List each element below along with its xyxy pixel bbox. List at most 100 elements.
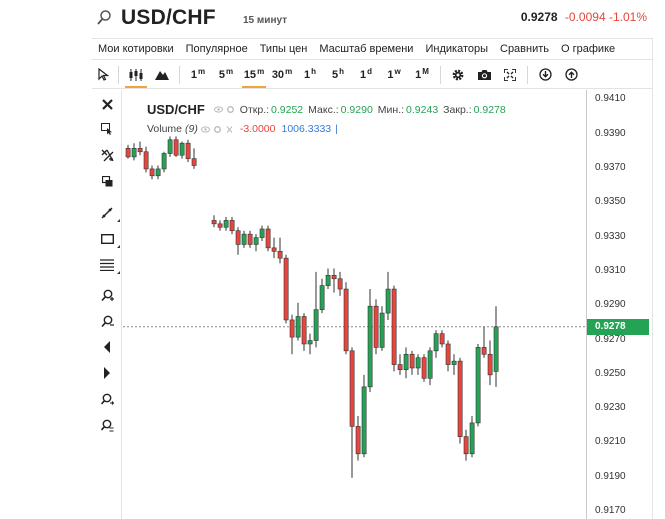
crosshair-tool-button[interactable] (96, 144, 118, 166)
candle[interactable] (391, 285, 397, 372)
eye-icon[interactable] (200, 125, 210, 133)
candle[interactable] (337, 271, 343, 296)
candle[interactable] (155, 165, 161, 180)
candle[interactable] (289, 314, 295, 355)
timeframe-5h[interactable]: 5h (324, 62, 352, 88)
timeframe-1h[interactable]: 1h (296, 62, 324, 88)
candle[interactable] (301, 313, 307, 351)
cursor-button[interactable] (92, 62, 114, 88)
candle[interactable] (271, 237, 277, 259)
price-axis[interactable]: 0.9410 0.9390 0.9370 0.9350 0.9330 0.9310 0.92… (586, 90, 652, 519)
candle[interactable] (277, 237, 283, 264)
candle[interactable] (179, 141, 185, 159)
candle[interactable] (409, 350, 415, 375)
candle[interactable] (131, 143, 137, 161)
zoom-in-button[interactable] (96, 284, 118, 306)
candle[interactable] (481, 326, 487, 358)
menu-price-types[interactable]: Типы цен (254, 43, 314, 55)
candle[interactable] (191, 148, 197, 169)
menu-my-quotes[interactable]: Мои котировки (92, 43, 180, 55)
candle[interactable] (385, 271, 391, 320)
candle[interactable] (137, 141, 143, 156)
timeframe-1M[interactable]: 1M (408, 62, 436, 88)
candle[interactable] (211, 215, 217, 228)
search-icon[interactable] (96, 9, 112, 27)
candle[interactable] (167, 136, 173, 157)
area-chart-button[interactable] (149, 62, 175, 88)
candle[interactable] (403, 347, 409, 379)
candle[interactable] (451, 354, 457, 375)
fibonacci-tool-button[interactable] (96, 254, 120, 276)
candle[interactable] (307, 333, 313, 355)
eye-icon[interactable] (213, 106, 223, 113)
magnet-tool-button[interactable] (96, 388, 118, 410)
candle[interactable] (397, 354, 403, 375)
candle[interactable] (487, 340, 493, 386)
candle[interactable] (125, 144, 131, 159)
upload-button[interactable] (558, 62, 584, 88)
scroll-right-button[interactable] (96, 362, 118, 384)
candle[interactable] (259, 225, 265, 242)
settings-button[interactable] (445, 62, 471, 88)
candles-button[interactable] (123, 62, 149, 88)
copy-tool-button[interactable] (96, 170, 118, 192)
candle[interactable] (373, 299, 379, 355)
timeframe-1m[interactable]: 1m (184, 62, 212, 88)
candle[interactable] (313, 271, 319, 348)
candle[interactable] (185, 139, 191, 163)
close-icon[interactable] (225, 125, 234, 133)
candle[interactable] (325, 268, 331, 290)
candle[interactable] (161, 151, 167, 173)
candle[interactable] (319, 278, 325, 314)
candle[interactable] (331, 268, 337, 293)
gear-icon[interactable] (213, 125, 222, 133)
candle[interactable] (493, 306, 499, 387)
timeframe-1w[interactable]: 1w (380, 62, 408, 88)
candle[interactable] (241, 230, 247, 248)
candle[interactable] (143, 146, 149, 173)
timeframe-15m[interactable]: 15 m (240, 62, 268, 88)
symbol-title[interactable]: USD/CHF (121, 6, 216, 30)
candle[interactable] (247, 230, 253, 248)
candle[interactable] (349, 347, 355, 478)
candle[interactable] (445, 340, 451, 372)
candle[interactable] (469, 416, 475, 458)
candle[interactable] (427, 347, 433, 386)
candle[interactable] (367, 289, 373, 393)
download-button[interactable] (532, 62, 558, 88)
rectangle-tool-button[interactable] (96, 228, 120, 250)
gear-icon[interactable] (226, 106, 235, 113)
candle[interactable] (457, 357, 463, 444)
trend-line-tool-button[interactable] (96, 202, 120, 224)
candle[interactable] (463, 429, 469, 461)
candle[interactable] (355, 416, 361, 461)
remove-drawings-button[interactable] (96, 93, 118, 115)
scroll-left-button[interactable] (96, 336, 118, 358)
candle[interactable] (223, 216, 229, 231)
menu-time-scale[interactable]: Масштаб времени (313, 43, 419, 55)
candle[interactable] (343, 282, 349, 355)
fullscreen-button[interactable] (497, 62, 523, 88)
candle[interactable] (439, 330, 445, 348)
timeframe-30m[interactable]: 30 m (268, 62, 296, 88)
timeframe-5m[interactable]: 5m (212, 62, 240, 88)
menu-indicators[interactable]: Индикаторы (419, 43, 494, 55)
zoom-out-button[interactable] (96, 310, 118, 332)
candle[interactable] (283, 254, 289, 324)
price-chart[interactable] (123, 90, 585, 519)
candle[interactable] (149, 165, 155, 180)
menu-about-chart[interactable]: О графике (555, 43, 621, 55)
menu-popular[interactable]: Популярное (180, 43, 254, 55)
candle[interactable] (265, 225, 271, 252)
candle[interactable] (475, 343, 481, 427)
screenshot-button[interactable] (471, 62, 497, 88)
candle[interactable] (253, 234, 259, 252)
candle[interactable] (433, 330, 439, 358)
candle[interactable] (361, 374, 367, 458)
candle[interactable] (415, 354, 421, 375)
candle[interactable] (235, 227, 241, 255)
candle[interactable] (295, 302, 301, 341)
candle[interactable] (173, 136, 179, 157)
candle[interactable] (229, 216, 235, 235)
menu-compare[interactable]: Сравнить (494, 43, 555, 55)
